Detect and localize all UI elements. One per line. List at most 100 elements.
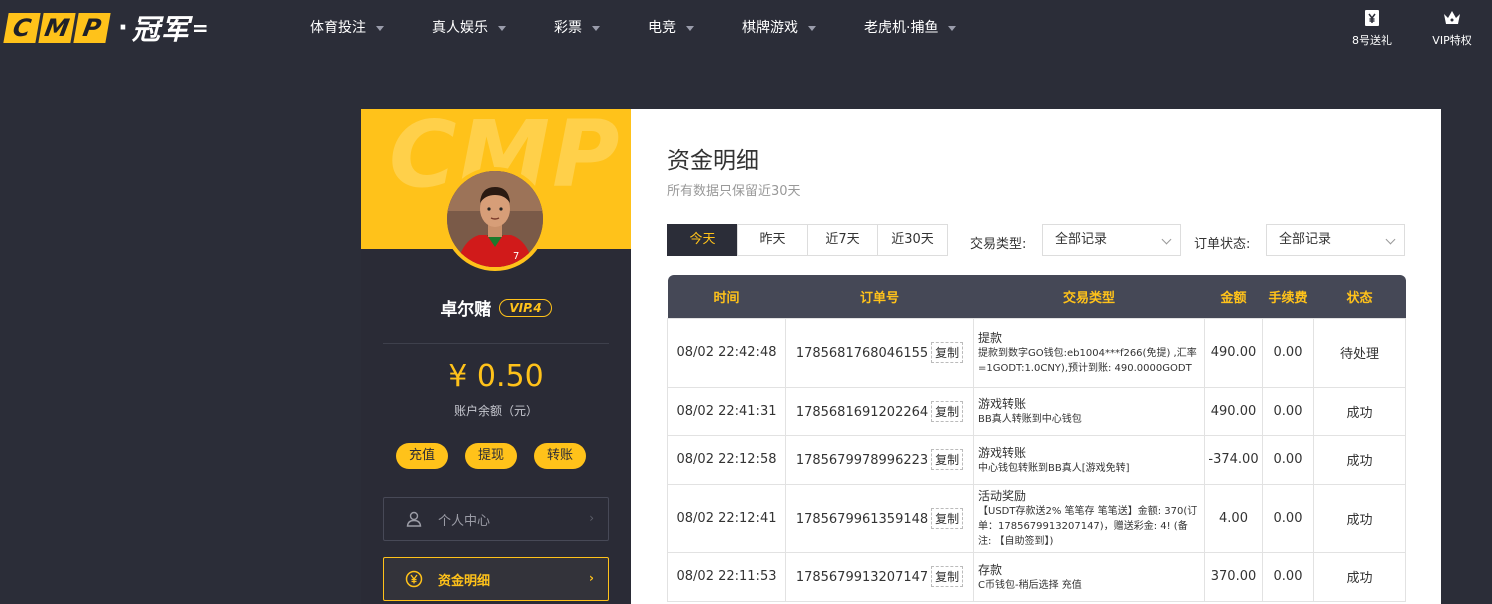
column-header: 时间 — [667, 275, 786, 318]
copy-button[interactable]: 复制 — [931, 342, 964, 363]
copy-button[interactable]: 复制 — [931, 566, 964, 587]
nav-item-sports[interactable]: 体育投注 — [310, 0, 384, 56]
sidebar-item-fund-details[interactable]: 资金明细 › — [383, 557, 609, 601]
nav-label: 老虎机·捕鱼 — [864, 20, 939, 36]
deposit-button[interactable]: 充值 — [396, 443, 448, 469]
chevron-down-icon — [686, 25, 694, 31]
gift-label: 8号送礼 — [1352, 34, 1392, 47]
gift-8-button[interactable]: 8号送礼 — [1332, 8, 1412, 48]
table-row: 08/02 22:41:31 1785681691202264 复制 游戏转账 BB… — [667, 386, 1406, 436]
copy-button[interactable]: 复制 — [931, 507, 964, 529]
tab-yesterday[interactable]: 昨天 — [737, 224, 808, 256]
nav-item-lottery[interactable]: 彩票 — [554, 0, 600, 56]
account-sidebar: CMP 7 卓尔赌 VIP.4 ¥ 0.50 账户余额（元） 充值 提现 转账 … — [361, 109, 631, 604]
cell-amount: 490.00 — [1204, 386, 1263, 436]
transaction-type: 活动奖励 — [978, 489, 1027, 503]
chevron-down-icon — [592, 25, 600, 31]
select-value: 全部记录 — [1279, 232, 1332, 247]
order-number: 1785679978996223 — [795, 453, 929, 468]
transaction-detail: 提款到数字GO钱包:eb1004***f266(免提) ,汇率=1GODT:1.… — [978, 348, 1197, 374]
cell-fee: 0.00 — [1262, 386, 1314, 436]
page-title: 资金明细 — [667, 148, 759, 174]
cell-type: 游戏转账 BB真人转账到中心钱包 — [973, 386, 1205, 436]
nav-label: 电竞 — [648, 20, 676, 36]
cell-amount: -374.00 — [1204, 434, 1263, 485]
page-subtitle: 所有数据只保留近30天 — [667, 184, 801, 199]
fund-details-panel: 资金明细 所有数据只保留近30天 今天 昨天 近7天 近30天 交易类型: 全部… — [631, 109, 1441, 604]
chevron-right-icon: › — [589, 571, 594, 585]
cell-fee: 0.00 — [1262, 434, 1314, 485]
column-header: 手续费 — [1262, 275, 1314, 318]
cell-fee: 0.00 — [1262, 551, 1314, 602]
cell-time: 08/02 22:11:53 — [667, 551, 786, 602]
cell-type: 游戏转账 中心钱包转账到BB真人[游戏免转] — [973, 434, 1205, 485]
chevron-down-icon — [808, 25, 816, 31]
nav-right: 8号送礼 VIP特权 — [1332, 8, 1492, 48]
nav-item-slots-fishing[interactable]: 老虎机·捕鱼 — [864, 0, 957, 56]
nav-label: 真人娱乐 — [432, 20, 488, 36]
nav-item-card-games[interactable]: 棋牌游戏 — [742, 0, 816, 56]
order-status-select[interactable]: 全部记录 — [1266, 224, 1405, 256]
chevron-down-icon — [1385, 234, 1396, 245]
logo-dot: · — [118, 13, 128, 43]
column-header: 订单号 — [785, 275, 974, 318]
cell-order: 1785681691202264 复制 — [785, 386, 974, 436]
copy-button[interactable]: 复制 — [931, 400, 964, 422]
fund-details-table: 时间 订单号 交易类型 金额 手续费 状态 08/02 22:42:48 178… — [667, 275, 1406, 602]
transaction-type: 游戏转账 — [978, 397, 1027, 411]
status-badge: 成功 — [1313, 434, 1406, 485]
tab-last-30-days[interactable]: 近30天 — [877, 224, 948, 256]
withdraw-button[interactable]: 提现 — [465, 443, 517, 469]
cell-fee: 0.00 — [1262, 317, 1314, 388]
avatar-photo: 7 — [447, 171, 543, 267]
avatar[interactable]: 7 — [443, 167, 547, 271]
cell-time: 08/02 22:12:58 — [667, 434, 786, 485]
cell-amount: 490.00 — [1204, 317, 1263, 388]
transaction-type-label: 交易类型: — [970, 237, 1027, 252]
cell-type: 提款提款到数字GO钱包:eb1004***f266(免提) ,汇率=1GODT:… — [973, 317, 1205, 388]
table-header-row: 时间 订单号 交易类型 金额 手续费 状态 — [667, 275, 1406, 318]
transaction-type: 游戏转账 — [978, 445, 1027, 460]
column-header: 金额 — [1204, 275, 1263, 318]
balance-label: 账户余额（元） — [453, 404, 538, 418]
svg-text:7: 7 — [513, 251, 519, 262]
nav-label: 体育投注 — [310, 20, 366, 36]
order-status-label: 订单状态: — [1194, 237, 1251, 252]
vip-privilege-button[interactable]: VIP特权 — [1412, 8, 1492, 48]
tab-today[interactable]: 今天 — [667, 224, 738, 256]
main-nav: 体育投注 真人娱乐 彩票 电竞 棋牌游戏 老虎机·捕鱼 — [310, 0, 957, 56]
table-row: 08/02 22:11:53 1785679913207147 复制 存款 C币钱包… — [667, 551, 1406, 602]
top-navbar: C M P · 冠军 = 体育投注 真人娱乐 彩票 电竞 棋牌游戏 老虎机·捕鱼… — [0, 0, 1492, 56]
nav-item-live-casino[interactable]: 真人娱乐 — [432, 0, 506, 56]
brand-logo[interactable]: C M P · 冠军 = — [3, 12, 209, 46]
nav-label: 棋牌游戏 — [742, 20, 798, 36]
copy-button[interactable]: 复制 — [931, 449, 964, 470]
chevron-down-icon — [498, 25, 506, 31]
cell-type: 活动奖励 【USDT存款送2% 笔笔存 笔笔送】金额: 370(订单：178567… — [973, 483, 1205, 553]
username: 卓尔赌 — [440, 300, 492, 320]
crown-icon — [1444, 11, 1460, 24]
divider — [383, 343, 609, 344]
transaction-type-select[interactable]: 全部记录 — [1042, 224, 1181, 256]
select-value: 全部记录 — [1055, 232, 1108, 247]
logo-text: 冠军 — [131, 13, 190, 46]
logo-cmp-mark: C M P — [3, 13, 111, 43]
chevron-down-icon — [948, 25, 957, 31]
table-row: 08/02 22:42:48 1785681768046155 复制 提款 提款到数… — [667, 317, 1406, 388]
logo-letter: M — [38, 13, 76, 43]
transaction-detail: BB真人转账到中心钱包 — [978, 414, 1082, 425]
transaction-type: 提款 — [978, 331, 1003, 345]
transfer-button[interactable]: 转账 — [534, 443, 586, 469]
status-badge: 成功 — [1313, 483, 1406, 553]
logo-letter: C — [3, 13, 41, 43]
status-badge: 成功 — [1313, 551, 1406, 602]
sidebar-item-profile[interactable]: 个人中心 › — [383, 497, 609, 541]
chevron-right-icon: › — [589, 511, 594, 525]
tab-last-7-days[interactable]: 近7天 — [807, 224, 878, 256]
user-identity: 卓尔赌 VIP.4 — [361, 295, 631, 320]
logo-letter: P — [73, 13, 111, 43]
order-number: 1785681691202264 — [795, 404, 929, 420]
nav-item-esports[interactable]: 电竞 — [648, 0, 694, 56]
user-icon — [404, 509, 424, 529]
column-header: 状态 — [1313, 275, 1406, 318]
